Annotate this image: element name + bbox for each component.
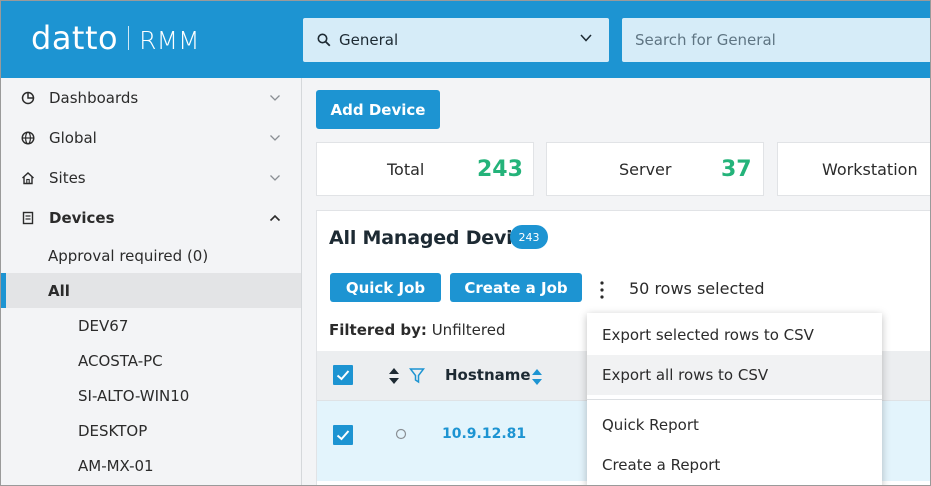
- app-window: datto RMM General Dashboards: [0, 0, 931, 486]
- device-name: AM-MX-01: [78, 456, 154, 475]
- hostname-link[interactable]: 10.9.12.81: [442, 426, 526, 442]
- sidebar-subitem-all[interactable]: All: [1, 273, 301, 308]
- stat-value: 37: [721, 157, 752, 182]
- menu-item-label: Export all rows to CSV: [602, 366, 769, 384]
- column-header-hostname[interactable]: Hostname: [445, 366, 531, 384]
- filter-value: Unfiltered: [431, 321, 506, 339]
- export-menu: Export selected rows to CSV Export all r…: [587, 313, 882, 485]
- checkmark-icon: [336, 370, 350, 381]
- row-checkbox[interactable]: [333, 425, 353, 445]
- filter-icon[interactable]: [409, 367, 425, 384]
- sidebar-device-item[interactable]: DEV67: [1, 308, 301, 343]
- sort-icon[interactable]: [531, 368, 543, 386]
- sidebar-item-label: Global: [49, 129, 97, 147]
- checkmark-icon: [336, 430, 350, 441]
- device-list-icon: [22, 211, 34, 225]
- stat-label: Total: [387, 160, 425, 179]
- sidebar-device-item[interactable]: SI-ALTO-WIN10: [1, 378, 301, 413]
- search-icon: [317, 33, 331, 47]
- menu-item-export-selected[interactable]: Export selected rows to CSV: [587, 315, 882, 355]
- chevron-down-icon: [580, 34, 592, 42]
- stat-card-total[interactable]: Total 243: [316, 142, 534, 196]
- device-name: DESKTOP: [78, 421, 148, 440]
- stat-label: Workstation: [822, 160, 918, 179]
- device-name: ACOSTA-PC: [78, 351, 163, 370]
- filter-label: Filtered by:: [329, 321, 427, 339]
- chevron-up-icon: [269, 214, 281, 222]
- logo-divider: [128, 26, 130, 50]
- stat-card-workstation[interactable]: Workstation: [777, 142, 930, 196]
- stat-card-server[interactable]: Server 37: [546, 142, 764, 196]
- rows-selected-text: 50 rows selected: [629, 279, 765, 298]
- chevron-down-icon: [270, 95, 280, 101]
- sidebar-subitem-label: All: [48, 281, 70, 300]
- status-circle-icon: [395, 428, 407, 440]
- menu-item-label: Export selected rows to CSV: [602, 326, 814, 344]
- logo-product: RMM: [139, 26, 200, 55]
- menu-item-quick-report[interactable]: Quick Report: [587, 405, 882, 445]
- home-icon: [22, 172, 34, 185]
- sidebar-item-dashboards[interactable]: Dashboards: [1, 78, 301, 118]
- sidebar-item-devices[interactable]: Devices: [1, 198, 301, 238]
- filter-summary: Filtered by: Unfiltered: [329, 321, 506, 339]
- sort-icon[interactable]: [388, 367, 400, 385]
- sidebar-item-sites[interactable]: Sites: [1, 158, 301, 198]
- sidebar-device-item[interactable]: ACOSTA-PC: [1, 343, 301, 378]
- add-device-button[interactable]: Add Device: [316, 90, 440, 129]
- sidebar-subitem-label: Approval required (0): [48, 246, 209, 265]
- count-badge: 243: [510, 225, 548, 249]
- quick-job-button[interactable]: Quick Job: [330, 273, 441, 302]
- menu-item-create-report[interactable]: Create a Report: [587, 445, 882, 485]
- menu-item-label: Create a Report: [602, 456, 721, 474]
- logo-brand: datto: [31, 19, 119, 57]
- scope-select-value: General: [339, 31, 399, 49]
- menu-item-export-all[interactable]: Export all rows to CSV: [587, 355, 882, 395]
- menu-item-label: Quick Report: [602, 416, 699, 434]
- sidebar: Dashboards Global Sites Devices Approval…: [1, 78, 302, 485]
- chevron-down-icon: [270, 135, 280, 141]
- search-input[interactable]: [622, 18, 930, 62]
- globe-icon: [21, 131, 35, 145]
- sidebar-item-label: Devices: [49, 209, 115, 227]
- sidebar-item-label: Sites: [49, 169, 86, 187]
- select-all-checkbox[interactable]: [333, 365, 353, 385]
- sidebar-device-item[interactable]: DESKTOP: [1, 413, 301, 448]
- sidebar-item-label: Dashboards: [49, 89, 139, 107]
- device-name: DEV67: [78, 316, 129, 335]
- menu-divider: [587, 399, 882, 400]
- pie-chart-icon: [21, 91, 35, 105]
- stat-value: 243: [477, 157, 523, 182]
- sidebar-subitem-approval[interactable]: Approval required (0): [1, 238, 301, 273]
- chevron-down-icon: [270, 175, 280, 181]
- top-header: datto RMM General: [1, 1, 930, 78]
- more-options-icon[interactable]: [595, 279, 609, 301]
- scope-select[interactable]: General: [303, 18, 609, 62]
- create-job-button[interactable]: Create a Job: [450, 273, 582, 302]
- sidebar-item-global[interactable]: Global: [1, 118, 301, 158]
- device-name: SI-ALTO-WIN10: [78, 386, 190, 405]
- stat-label: Server: [619, 160, 672, 179]
- logo[interactable]: datto RMM: [31, 19, 200, 57]
- sidebar-device-item[interactable]: AM-MX-01: [1, 448, 301, 483]
